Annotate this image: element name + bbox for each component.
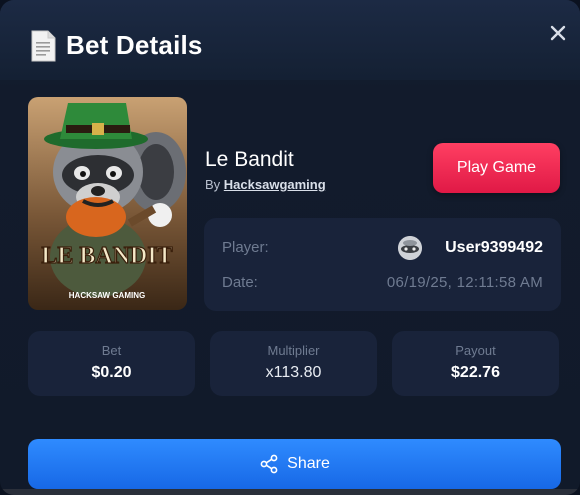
play-game-button[interactable]: Play Game bbox=[433, 143, 560, 193]
payout-label: Payout bbox=[455, 343, 496, 358]
share-label: Share bbox=[287, 455, 330, 472]
bet-stat-card: Bet $0.20 bbox=[28, 331, 195, 396]
multiplier-value: x113.80 bbox=[265, 364, 322, 381]
avatar bbox=[398, 236, 422, 260]
bet-date: 06/19/25, 12:11:58 AM bbox=[386, 274, 543, 291]
payout-stat-card: Payout $22.76 bbox=[392, 331, 559, 396]
share-button[interactable]: Share bbox=[28, 439, 561, 489]
player-label: Player: bbox=[222, 239, 269, 256]
payout-amount: $22.76 bbox=[451, 364, 500, 381]
modal-header: Bet Details bbox=[0, 0, 580, 80]
provider-prefix: By bbox=[205, 177, 221, 192]
document-icon bbox=[31, 30, 56, 62]
thumbnail-studio: HACKSAW GAMING bbox=[69, 291, 145, 300]
share-icon bbox=[260, 454, 278, 474]
player-info-card: Player: User9399492 Date: 06/19/25, 12:1… bbox=[204, 218, 561, 311]
game-thumbnail-art: LE BANDIT HACKSAW GAMING bbox=[28, 97, 187, 310]
multiplier-stat-card: Multiplier x113.80 bbox=[210, 331, 377, 396]
thumbnail-title: LE BANDIT bbox=[41, 243, 172, 269]
bet-amount: $0.20 bbox=[91, 364, 132, 381]
player-username: User9399492 bbox=[445, 239, 543, 256]
modal-title: Bet Details bbox=[66, 30, 203, 60]
provider-link[interactable]: Hacksawgaming bbox=[224, 177, 326, 192]
game-thumbnail[interactable]: LE BANDIT HACKSAW GAMING bbox=[28, 97, 187, 310]
multiplier-label: Multiplier bbox=[267, 343, 320, 358]
bet-label: Bet bbox=[101, 343, 122, 358]
date-label: Date: bbox=[222, 274, 258, 291]
provider-line: By Hacksawgaming bbox=[205, 177, 326, 192]
game-name: Le Bandit bbox=[205, 148, 294, 171]
background-strip bbox=[0, 489, 580, 495]
close-icon[interactable] bbox=[547, 22, 569, 44]
raccoon-avatar-icon bbox=[398, 236, 422, 260]
bet-details-modal: Bet Details LE BANDIT HACKSAW GAMING Le … bbox=[0, 0, 580, 495]
